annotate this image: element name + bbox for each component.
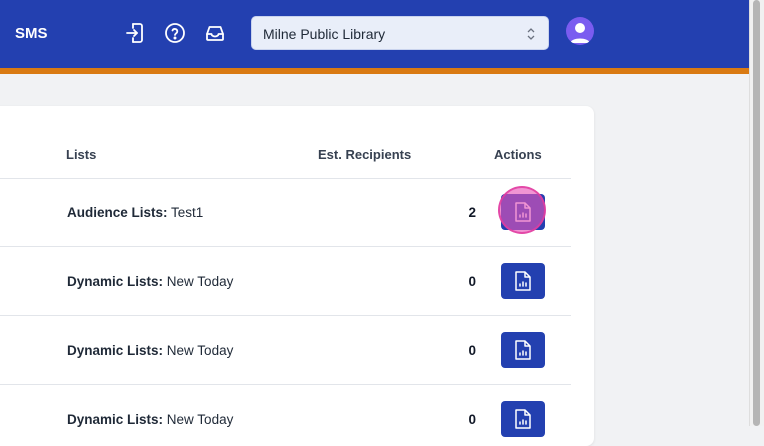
list-type-label: Audience Lists: [67,205,168,220]
column-header-actions: Actions [494,147,542,162]
view-report-button[interactable] [501,263,545,299]
list-type-label: Dynamic Lists: [67,412,164,427]
report-document-icon [515,340,531,360]
top-nav-bar: SMS Milne Public Library [0,0,749,74]
recipient-count: 0 [468,274,476,289]
library-select[interactable]: Milne Public Library [251,16,549,50]
user-icon [570,23,590,43]
list-name: Test1 [171,205,204,220]
recipient-count: 2 [468,205,476,220]
page-scrollbar-thumb[interactable] [753,0,760,426]
help-icon[interactable] [163,21,187,45]
table-row-list-name: Dynamic Lists: New Today [67,274,233,289]
list-name: New Today [166,343,234,358]
column-header-lists: Lists [66,147,97,162]
inbox-icon[interactable] [203,21,227,45]
click-indicator [498,186,546,234]
table-row-list-name: Audience Lists: Test1 [67,205,203,220]
row-divider [0,315,571,316]
sign-in-icon[interactable] [123,21,147,45]
recipient-count: 0 [468,343,476,358]
table-row-list-name: Dynamic Lists: New Today [67,343,233,358]
recipient-count: 0 [468,412,476,427]
select-chevron-icon [527,28,535,40]
list-name: New Today [166,274,234,289]
view-report-button[interactable] [501,332,545,368]
report-document-icon [515,271,531,291]
table-row-list-name: Dynamic Lists: New Today [67,412,233,427]
list-type-label: Dynamic Lists: [67,274,164,289]
row-divider [0,246,571,247]
app-brand[interactable]: SMS [15,25,48,42]
column-header-est-recipients: Est. Recipients [318,147,412,162]
user-avatar[interactable] [566,17,594,45]
row-divider [0,384,571,385]
report-document-icon [515,409,531,429]
view-report-button[interactable] [501,401,545,437]
header-divider [0,178,571,179]
list-name: New Today [166,412,234,427]
list-type-label: Dynamic Lists: [67,343,164,358]
library-select-value: Milne Public Library [263,26,386,42]
